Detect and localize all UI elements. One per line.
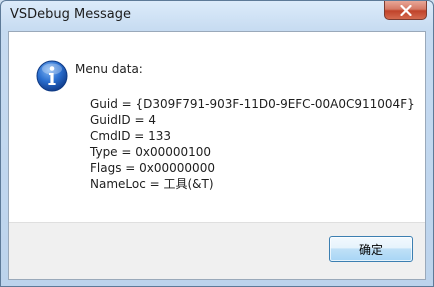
close-button[interactable] [384,1,427,20]
detail-line-guidid: GuidID = 4 [90,113,156,127]
information-icon [36,60,68,92]
close-icon [399,4,412,16]
message-details: Guid = {D309F791-903F-11D0-9EFC-00A0C911… [90,96,415,192]
message-heading: Menu data: [75,62,143,76]
title-bar[interactable]: VSDebug Message [1,1,433,31]
window-title: VSDebug Message [10,7,132,22]
detail-line-guid: Guid = {D309F791-903F-11D0-9EFC-00A0C911… [90,97,415,111]
detail-line-flags: Flags = 0x00000000 [90,161,215,175]
message-area: Menu data: Guid = {D309F791-903F-11D0-9E… [9,32,425,224]
button-bar: 确定 [9,222,425,279]
dialog-client-area: Menu data: Guid = {D309F791-903F-11D0-9E… [8,31,426,280]
detail-line-nameloc: NameLoc = 工具(&T) [90,177,214,191]
ok-button[interactable]: 确定 [329,236,413,262]
detail-line-cmdid: CmdID = 133 [90,129,172,143]
detail-line-type: Type = 0x00000100 [90,145,212,159]
message-dialog: VSDebug Message Menu data: Guid = {D309F… [0,0,434,287]
